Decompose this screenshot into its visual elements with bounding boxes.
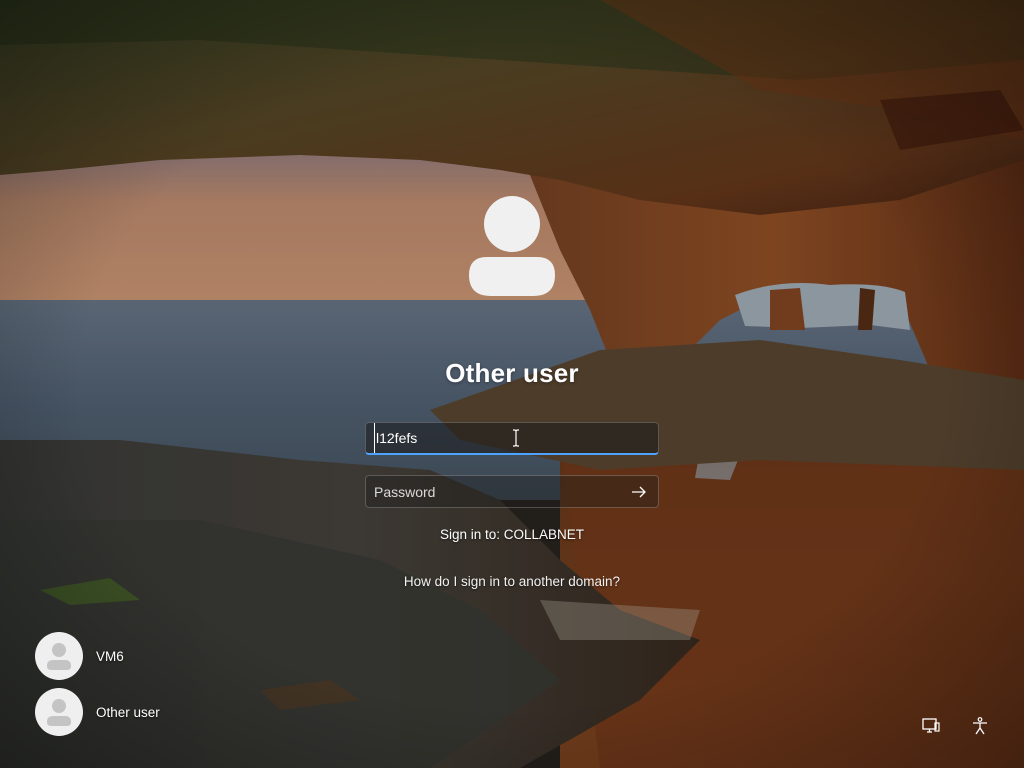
user-tile-label: VM6 <box>96 648 124 664</box>
network-button[interactable] <box>917 712 945 740</box>
text-cursor-icon <box>513 429 519 447</box>
user-tile-other-user[interactable]: Other user <box>35 687 160 737</box>
user-tile-label: Other user <box>96 704 160 720</box>
user-silhouette-icon <box>35 632 83 680</box>
arrow-right-icon <box>632 486 646 497</box>
lock-screen: Other user Sign in to: COLLABNET How do … <box>0 0 1024 768</box>
other-domain-link[interactable]: How do I sign in to another domain? <box>362 574 662 589</box>
password-field[interactable] <box>365 475 659 508</box>
selected-user-name: Other user <box>445 358 579 388</box>
user-silhouette-icon <box>35 688 83 736</box>
username-field[interactable] <box>365 422 659 455</box>
accessibility-button[interactable] <box>966 712 994 740</box>
password-input[interactable] <box>366 476 623 507</box>
user-tile-vm6[interactable]: VM6 <box>35 631 124 681</box>
accessibility-icon <box>973 717 987 735</box>
sign-in-domain-label: Sign in to: COLLABNET <box>439 527 585 542</box>
user-avatar-large-icon <box>469 196 555 296</box>
network-icon <box>922 718 940 733</box>
submit-button[interactable] <box>623 477 655 506</box>
